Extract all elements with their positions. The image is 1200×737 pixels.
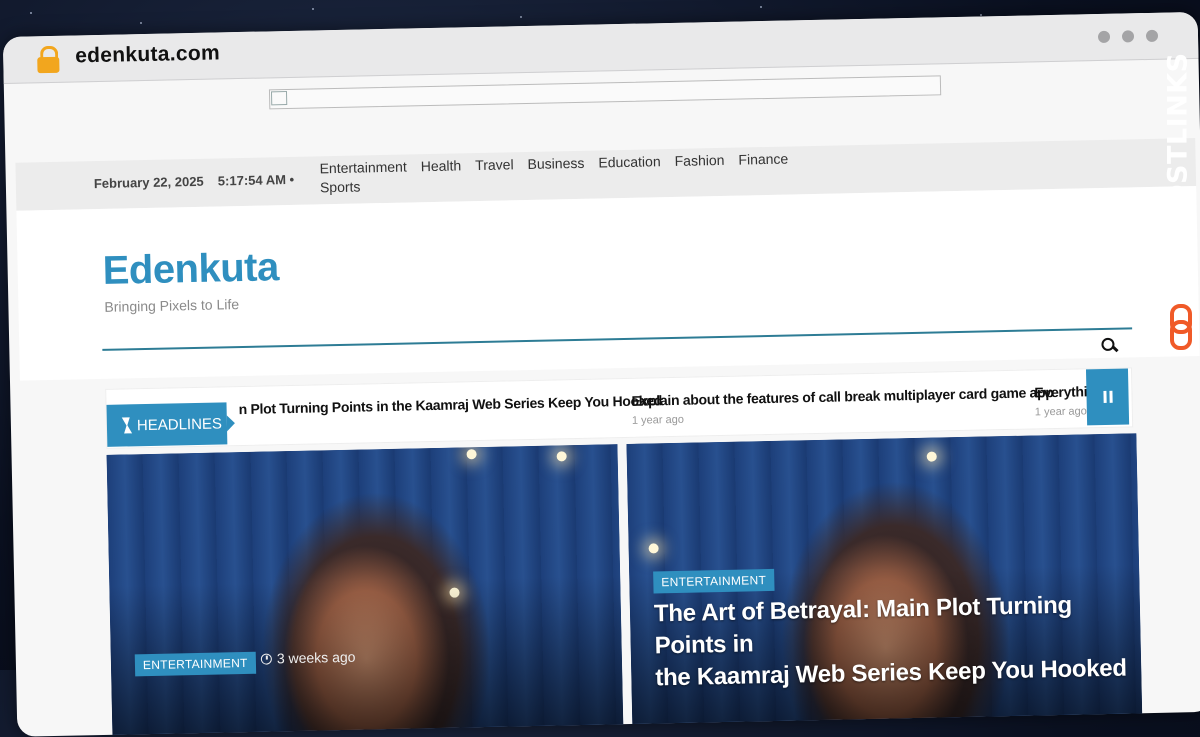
site-title[interactable]: Edenkuta — [102, 245, 279, 294]
lock-icon — [37, 45, 60, 74]
site-tagline: Bringing Pixels to Life — [104, 296, 240, 315]
ticker-item[interactable]: n Plot Turning Points in the Kaamraj Web… — [238, 392, 662, 417]
ticker-item[interactable]: Everythir 1 year ago — [1034, 383, 1093, 418]
bolt-icon — [121, 417, 131, 433]
clock-icon — [260, 652, 272, 665]
site-header: Edenkuta Bringing Pixels to Life — [16, 185, 1200, 381]
broken-banner-image — [268, 75, 942, 110]
search-icon[interactable] — [1101, 337, 1119, 354]
window-controls — [1097, 29, 1159, 44]
guestpostlinks-watermark: GUESTPOSTLINKS — [1146, 52, 1200, 354]
featured-card[interactable]: ENTERTAINMENT The Art of Betrayal: Main … — [626, 433, 1143, 734]
menu-item-sports[interactable]: Sports — [320, 178, 361, 195]
category-badge[interactable]: ENTERTAINMENT — [134, 651, 256, 677]
menu-item-travel[interactable]: Travel — [475, 156, 514, 173]
post-time: 3 weeks ago — [260, 649, 356, 667]
menu-item-fashion[interactable]: Fashion — [674, 152, 724, 169]
ticker-item[interactable]: Explain about the features of call break… — [631, 384, 1054, 427]
menu-item-finance[interactable]: Finance — [738, 151, 788, 168]
current-date: February 22, 2025 — [93, 173, 204, 192]
article-title[interactable]: The Art of Betrayal: Main Plot Turning P… — [654, 588, 1136, 694]
url-text[interactable]: edenkuta.com — [75, 41, 220, 68]
current-time: 5:17:54 AM • — [217, 171, 295, 189]
menu-item-business[interactable]: Business — [527, 155, 584, 172]
headlines-label: HEADLINES — [106, 402, 228, 447]
menu-item-education[interactable]: Education — [598, 153, 661, 170]
menu-item-entertainment[interactable]: Entertainment — [319, 159, 406, 177]
pause-button[interactable] — [1085, 368, 1130, 426]
browser-window: edenkuta.com February 22, 2025 5:17:54 A… — [2, 11, 1200, 737]
category-badge[interactable]: ENTERTAINMENT — [653, 568, 775, 594]
main-menu: Entertainment Health Travel Business Edu… — [319, 150, 830, 196]
featured-card[interactable]: ENTERTAINMENT 3 weeks ago — [106, 444, 624, 737]
menu-item-health[interactable]: Health — [421, 157, 462, 174]
address-bar[interactable]: edenkuta.com — [2, 11, 1199, 84]
link-icon — [1170, 304, 1192, 350]
pause-icon — [1102, 390, 1107, 403]
header-divider — [102, 327, 1133, 351]
